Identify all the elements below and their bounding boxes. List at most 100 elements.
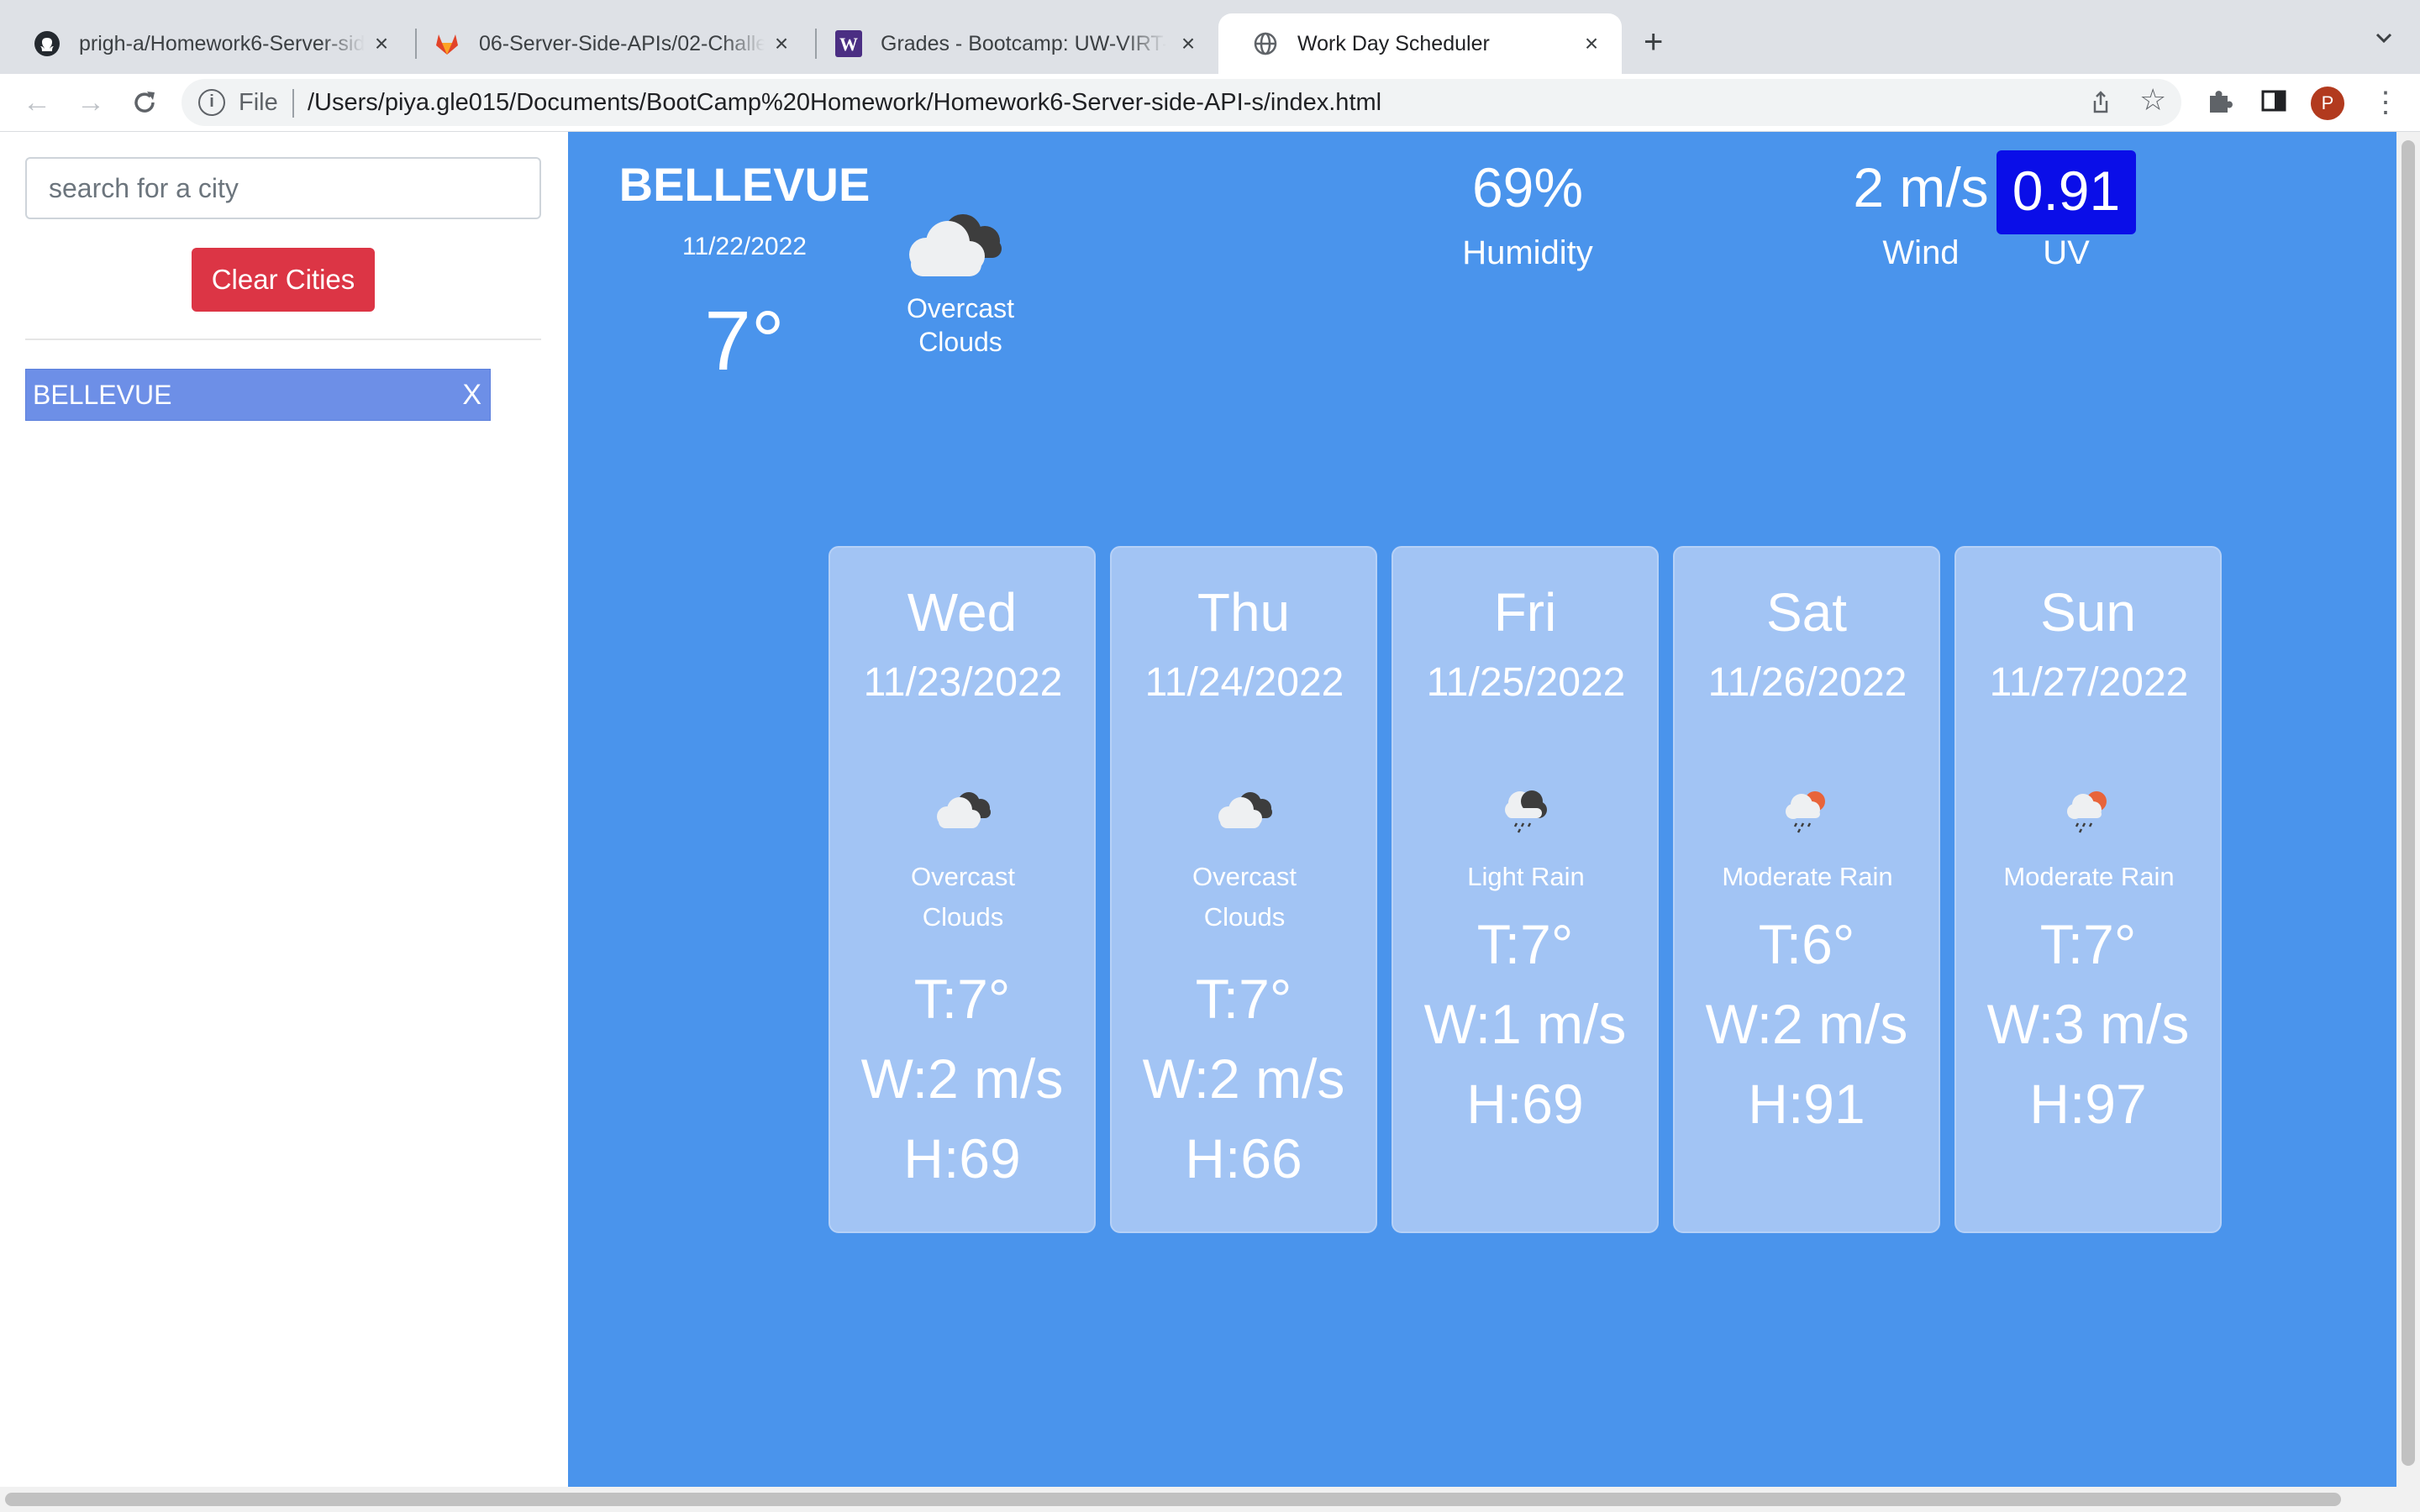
forecast-wind: W:2 m/s [1142, 1047, 1345, 1110]
info-icon[interactable]: i [198, 89, 225, 116]
forecast-description-line: Overcast [1192, 862, 1297, 891]
close-tab-icon[interactable]: × [768, 30, 795, 57]
forecast-date: 11/23/2022 [863, 660, 1063, 705]
forecast-humidity: H:69 [903, 1127, 1021, 1189]
forecast-description-line: Light Rain [1467, 862, 1585, 891]
forecast-wind: W:2 m/s [860, 1047, 1064, 1110]
vertical-scrollbar-thumb[interactable] [2402, 140, 2415, 1466]
clear-cities-button[interactable]: Clear Cities [192, 248, 375, 312]
tab-search-chevron-icon[interactable] [2371, 25, 2396, 50]
overcast-clouds-icon [1210, 785, 1279, 837]
browser-menu-icon[interactable]: ⋮ [2371, 86, 2400, 119]
forecast-temp: T:6° [1758, 913, 1855, 975]
profile-avatar[interactable]: P [2311, 87, 2344, 120]
url-text[interactable]: /Users/piya.gle015/Documents/BootCamp%20… [308, 89, 1381, 117]
forecast-date: 11/26/2022 [1707, 660, 1907, 705]
forecast-day: Thu [1197, 582, 1291, 643]
weather-panel: BELLEVUE 11/22/2022 7° Overcast Clouds 6… [568, 132, 2396, 1487]
moderate-rain-icon [2054, 785, 2123, 837]
saved-city-name[interactable]: BELLEVUE [33, 380, 171, 411]
tab-title: Grades - Bootcamp: UW-VIRT-FSF [881, 31, 1166, 55]
tab-title: prigh-a/Homework6-Server-side-APIs [79, 31, 365, 55]
saved-city-item[interactable]: BELLEVUE X [25, 369, 491, 421]
forecast-date: 11/24/2022 [1144, 660, 1344, 705]
remove-city-button[interactable]: X [462, 379, 483, 412]
forecast-description-line: Clouds [1203, 902, 1286, 932]
close-tab-icon[interactable]: × [1578, 30, 1605, 57]
forecast-humidity: H:66 [1185, 1127, 1302, 1189]
tab-work-day-scheduler[interactable]: Work Day Scheduler × [1218, 13, 1622, 74]
forecast-description: Light Rain [1402, 857, 1650, 897]
github-icon [34, 30, 60, 57]
svg-text:W: W [839, 34, 858, 55]
scheme-label: File [239, 89, 278, 116]
horizontal-scrollbar-thumb[interactable] [5, 1493, 2341, 1506]
forecast-wind: W:2 m/s [1705, 993, 1908, 1055]
forecast-card: Fri 11/25/2022 Light Rain T:7° W:1 m/s H… [1392, 546, 1659, 1233]
reload-icon[interactable] [124, 82, 165, 123]
tab-github[interactable]: prigh-a/Homework6-Server-side-APIs × [0, 13, 412, 74]
current-date: 11/22/2022 [682, 233, 807, 260]
sidebar: Clear Cities BELLEVUE X [0, 132, 568, 1487]
current-description: Overcast Clouds [871, 291, 1050, 359]
gitlab-icon [434, 30, 460, 57]
humidity-label: Humidity [1462, 234, 1593, 271]
forward-arrow-icon[interactable]: → [71, 82, 111, 123]
horizontal-scrollbar[interactable] [0, 1487, 2420, 1512]
uw-logo-icon: W [835, 30, 862, 57]
uv-label: UV [2043, 234, 2090, 271]
forecast-temp: T:7° [1476, 913, 1574, 975]
forecast-day: Fri [1493, 582, 1557, 643]
tab-grades[interactable]: W Grades - Bootcamp: UW-VIRT-FSF × [802, 13, 1218, 74]
extensions-puzzle-icon[interactable] [2205, 86, 2238, 119]
forecast-description: Moderate Rain [1683, 857, 1932, 897]
forecast-description-line: Moderate Rain [2003, 862, 2175, 891]
forecast-wind: W:3 m/s [1986, 993, 2190, 1055]
forecast-day: Sat [1765, 582, 1848, 643]
forecast-description-line: Clouds [922, 902, 1004, 932]
globe-icon [1252, 30, 1279, 57]
forecast-card: Sat 11/26/2022 Moderate Rain T:6° W:2 m/… [1673, 546, 1940, 1233]
city-search-input[interactable] [25, 157, 541, 219]
browser-tab-strip: prigh-a/Homework6-Server-side-APIs × 06-… [0, 0, 2420, 74]
tab-title: 06-Server-Side-APIs/02-Challenge [479, 31, 765, 55]
close-tab-icon[interactable]: × [368, 30, 395, 57]
overcast-clouds-icon [929, 785, 997, 837]
forecast-date: 11/25/2022 [1426, 660, 1626, 705]
close-tab-icon[interactable]: × [1175, 30, 1202, 57]
overcast-clouds-icon [892, 201, 1018, 285]
tab-gitlab[interactable]: 06-Server-Side-APIs/02-Challenge × [400, 13, 812, 74]
back-arrow-icon[interactable]: ← [17, 82, 57, 123]
side-panel-icon[interactable] [2259, 86, 2292, 119]
browser-toolbar: ← → i File /Users/piya.gle015/Documents/… [0, 74, 2420, 132]
forecast-humidity: H:91 [1748, 1073, 1865, 1135]
current-description-line: Clouds [918, 327, 1002, 357]
moderate-rain-icon [1773, 785, 1842, 837]
forecast-temp: T:7° [913, 968, 1011, 1030]
uv-index-badge: 0.91 [1996, 150, 2136, 234]
forecast-card: Sun 11/27/2022 Moderate Rain T:7° W:3 m/… [1954, 546, 2222, 1233]
share-icon[interactable] [2087, 89, 2114, 116]
forecast-card: Wed 11/23/2022 Overcast Clouds T:7° W:2 … [829, 546, 1096, 1233]
forecast-description: Overcast Clouds [1120, 857, 1369, 937]
forecast-temp: T:7° [1195, 968, 1292, 1030]
forecast-day: Wed [907, 582, 1018, 643]
sidebar-divider [25, 339, 541, 340]
forecast-day: Sun [2040, 582, 2136, 643]
current-temperature: 7° [704, 294, 785, 388]
address-bar[interactable]: i File /Users/piya.gle015/Documents/Boot… [182, 79, 2181, 126]
forecast-description: Moderate Rain [1965, 857, 2213, 897]
humidity-value: 69% [1471, 156, 1584, 218]
forecast-date: 11/27/2022 [1989, 660, 2189, 705]
light-rain-icon [1491, 785, 1560, 837]
bookmark-star-icon[interactable]: ☆ [2139, 82, 2166, 118]
vertical-scrollbar[interactable] [2396, 132, 2420, 1487]
omnibox-divider [292, 89, 294, 118]
new-tab-button[interactable]: + [1644, 22, 1663, 62]
tab-title: Work Day Scheduler [1297, 31, 1490, 55]
forecast-card: Thu 11/24/2022 Overcast Clouds T:7° W:2 … [1110, 546, 1377, 1233]
current-city: BELLEVUE [618, 158, 871, 211]
forecast-humidity: H:97 [2029, 1073, 2147, 1135]
forecast-humidity: H:69 [1466, 1073, 1584, 1135]
forecast-description-line: Moderate Rain [1722, 862, 1893, 891]
